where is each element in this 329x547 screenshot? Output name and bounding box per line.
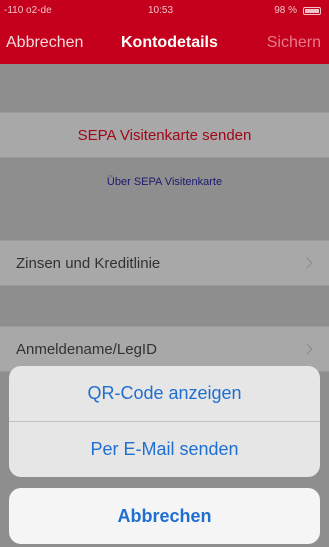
- sepa-send-button[interactable]: SEPA Visitenkarte senden: [0, 112, 329, 158]
- list-item-label: Zinsen und Kreditlinie: [16, 255, 161, 272]
- carrier-label: -110 o2-de: [4, 5, 52, 16]
- action-sheet: QR-Code anzeigen Per E-Mail senden: [9, 366, 320, 477]
- status-bar: -110 o2-de 10:53 98 %: [0, 0, 329, 22]
- list-item-label: Anmeldename/LegID: [16, 341, 157, 358]
- list-item-interest[interactable]: Zinsen und Kreditlinie: [0, 240, 329, 286]
- chevron-right-icon: [301, 343, 313, 355]
- action-sheet-cancel-button[interactable]: Abbrechen: [9, 488, 320, 544]
- time-label: 10:53: [148, 5, 174, 16]
- battery-icon: [303, 7, 321, 15]
- sepa-send-label: SEPA Visitenkarte senden: [77, 127, 252, 144]
- navigation-bar: Abbrechen Kontodetails Sichern: [0, 22, 329, 64]
- save-button[interactable]: Sichern: [267, 34, 321, 52]
- battery-label: 98 %: [274, 5, 297, 16]
- show-qr-code-button[interactable]: QR-Code anzeigen: [9, 366, 320, 421]
- send-email-button[interactable]: Per E-Mail senden: [9, 422, 320, 477]
- page-title: Kontodetails: [121, 34, 218, 51]
- sepa-info-link[interactable]: Über SEPA Visitenkarte: [0, 176, 329, 188]
- chevron-right-icon: [301, 257, 313, 269]
- cancel-button[interactable]: Abbrechen: [6, 34, 83, 52]
